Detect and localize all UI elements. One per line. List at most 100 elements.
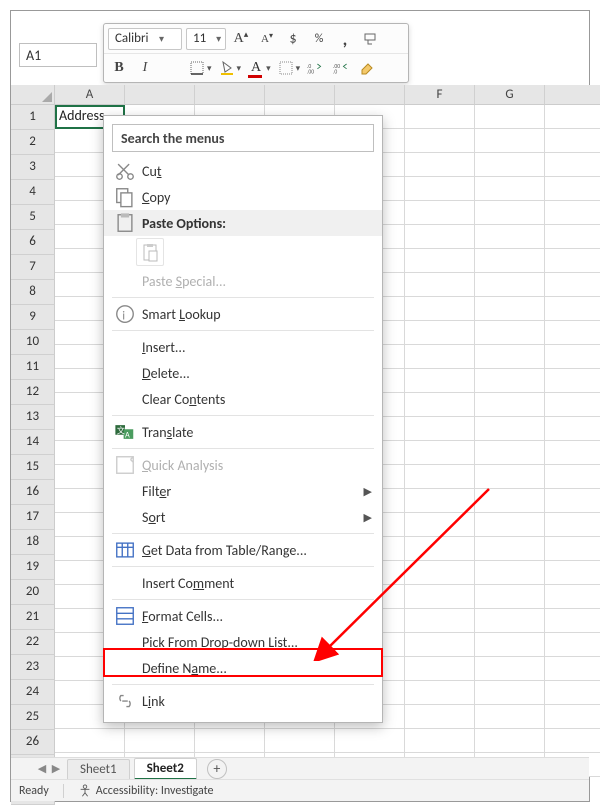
row-header-1[interactable]: 1 [11,105,55,130]
cell[interactable] [545,321,600,345]
row-header-14[interactable]: 14 [11,430,55,455]
cell[interactable] [545,609,600,633]
row-header-5[interactable]: 5 [11,205,55,230]
column-header-A[interactable]: A [55,85,125,105]
row-header-13[interactable]: 13 [11,405,55,430]
menu-item-get-data[interactable]: Get Data from Table/Range... [104,537,382,563]
cell[interactable] [475,417,545,441]
font-color-button[interactable]: A ▾ [245,57,271,79]
add-sheet-button[interactable]: + [207,759,227,779]
cell[interactable] [475,297,545,321]
cell[interactable] [545,537,600,561]
menu-item-pick-from-list[interactable]: Pick From Drop-down List... [104,629,382,655]
menu-item-format-cells[interactable]: Format Cells... [104,603,382,629]
tab-nav-next[interactable]: ▶ [49,762,63,775]
cell[interactable] [335,729,405,753]
cell[interactable] [545,441,600,465]
borders-button[interactable]: ▾ [186,57,212,79]
menu-item-sort[interactable]: Sort ▶ [104,504,382,530]
menu-item-copy[interactable]: Copy [104,184,382,210]
cell[interactable] [405,441,475,465]
menu-item-link[interactable]: Link [104,688,382,714]
cell[interactable] [405,369,475,393]
row-header-20[interactable]: 20 [11,580,55,605]
cell[interactable] [405,321,475,345]
cell[interactable] [475,201,545,225]
cell[interactable] [405,417,475,441]
cell[interactable] [545,345,600,369]
underline-button[interactable] [160,57,182,79]
cell[interactable] [405,249,475,273]
row-header-21[interactable]: 21 [11,605,55,630]
cell[interactable] [475,129,545,153]
cell[interactable] [475,441,545,465]
cell[interactable] [475,273,545,297]
cell[interactable] [545,513,600,537]
font-name-combo[interactable]: Calibri ▾ [108,28,182,50]
column-header-B[interactable]: B [125,85,195,105]
menu-item-translate[interactable]: 文A Translate [104,419,382,445]
cell[interactable] [405,225,475,249]
row-header-11[interactable]: 11 [11,355,55,380]
row-header-3[interactable]: 3 [11,155,55,180]
cell[interactable] [475,225,545,249]
row-header-8[interactable]: 8 [11,280,55,305]
cell[interactable] [475,561,545,585]
row-headers[interactable]: 1234567891011121314151617181920212223242… [11,105,55,757]
percent-button[interactable]: % [308,28,330,50]
menu-item-cut[interactable]: Cut [104,158,382,184]
cell[interactable] [545,249,600,273]
cell[interactable] [545,585,600,609]
cell[interactable] [475,249,545,273]
row-header-25[interactable]: 25 [11,705,55,730]
select-all-corner[interactable] [11,85,55,105]
cell[interactable] [405,585,475,609]
menu-item-clear-contents[interactable]: Clear Contents [104,386,382,412]
menu-item-filter[interactable]: Filter ▶ [104,478,382,504]
sheet-tab-sheet1[interactable]: Sheet1 [67,759,130,779]
menu-item-paste-options[interactable]: Paste Options: [104,210,382,236]
row-header-10[interactable]: 10 [11,330,55,355]
cell[interactable] [475,681,545,705]
cell[interactable] [475,609,545,633]
cell[interactable] [545,297,600,321]
cell[interactable] [475,633,545,657]
row-header-18[interactable]: 18 [11,530,55,555]
cell[interactable] [545,705,600,729]
menu-item-delete[interactable]: Delete... [104,360,382,386]
sheet-tab-sheet2[interactable]: Sheet2 [134,758,197,780]
cell[interactable] [475,513,545,537]
tab-nav-prev[interactable]: ◀ [35,762,49,775]
cell[interactable] [475,729,545,753]
cell[interactable] [405,129,475,153]
font-size-combo[interactable]: 11 ▾ [186,28,226,50]
cell[interactable] [475,657,545,681]
currency-button[interactable]: $ [282,28,304,50]
cell[interactable] [125,729,195,753]
cell[interactable] [545,177,600,201]
cell[interactable] [475,345,545,369]
column-header-blank[interactable] [545,85,600,105]
status-accessibility[interactable]: Accessibility: Investigate [78,784,214,798]
row-header-12[interactable]: 12 [11,380,55,405]
column-headers[interactable]: A B C D E F G [55,85,589,105]
cell[interactable] [405,465,475,489]
cell[interactable] [475,369,545,393]
row-header-9[interactable]: 9 [11,305,55,330]
menu-item-define-name[interactable]: Define Name... [104,655,382,681]
bold-button[interactable]: B [108,57,130,79]
decrease-font-button[interactable]: A▾ [256,28,278,50]
menu-item-insert[interactable]: Insert... [104,334,382,360]
cell[interactable] [405,561,475,585]
cell[interactable] [405,657,475,681]
cell[interactable] [545,393,600,417]
cell[interactable] [475,393,545,417]
cell[interactable] [475,585,545,609]
cell[interactable] [475,153,545,177]
cell[interactable] [405,201,475,225]
cell[interactable] [545,153,600,177]
cell[interactable] [545,417,600,441]
cell[interactable] [475,177,545,201]
increase-font-button[interactable]: A▴ [230,28,252,50]
paste-option-default[interactable] [136,238,164,266]
